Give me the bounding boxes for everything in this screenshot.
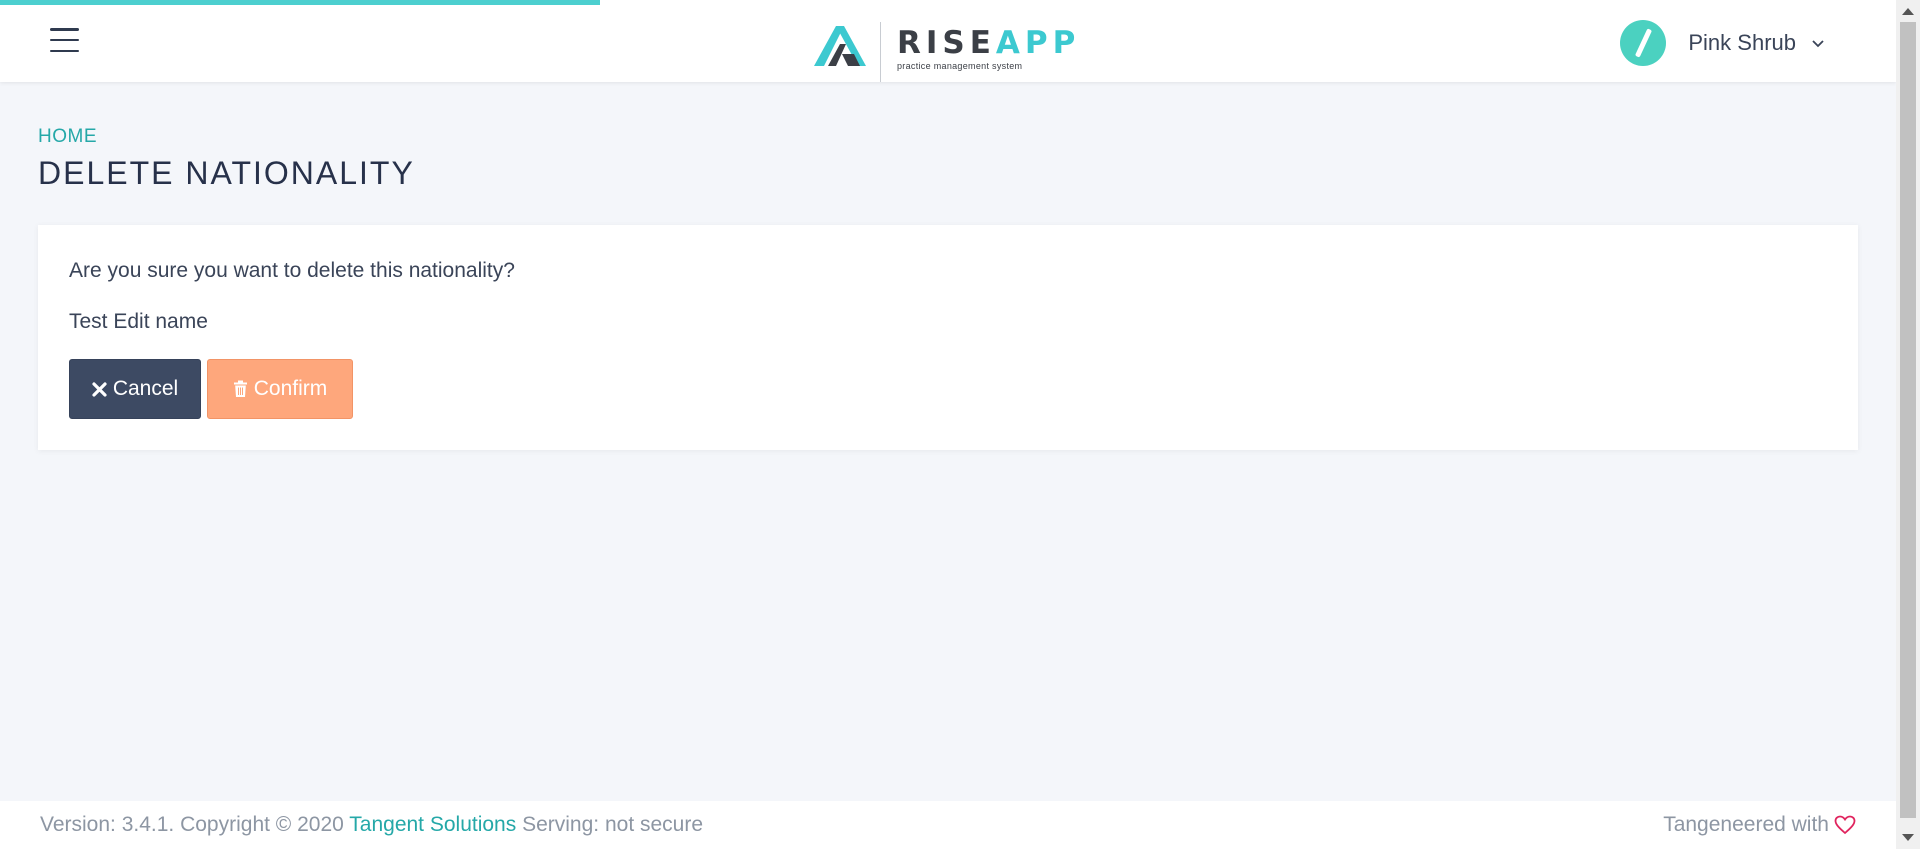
breadcrumb-home[interactable]: HOME — [38, 126, 97, 148]
heart-icon — [1834, 815, 1856, 835]
confirm-button[interactable]: Confirm — [207, 359, 353, 419]
slash-avatar-icon — [1620, 20, 1667, 66]
chevron-down-icon — [1812, 40, 1824, 48]
riseapp-logo-mark-icon — [814, 26, 866, 66]
logo-divider — [880, 22, 881, 82]
footer-version: Version: 3.4.1. Copyright © 2020 Tangent… — [40, 813, 703, 837]
scroll-down-arrow-icon[interactable] — [1902, 834, 1914, 841]
cancel-button[interactable]: Cancel — [69, 359, 201, 419]
confirmation-question: Are you sure you want to delete this nat… — [69, 259, 515, 282]
riseapp-logo[interactable]: RISEAPP practice management system — [814, 20, 1080, 82]
confirm-button-label: Confirm — [253, 377, 328, 400]
footer-credit-text: Tangeneered with — [1663, 813, 1829, 836]
nationality-name: Test Edit name — [69, 310, 208, 333]
logo-text: RISEAPP practice management system — [897, 20, 1081, 72]
scrollbar-thumb[interactable] — [1900, 22, 1916, 818]
loading-progress-bar — [0, 0, 600, 5]
logo-tagline: practice management system — [897, 61, 1023, 71]
page-footer: Version: 3.4.1. Copyright © 2020 Tangent… — [0, 801, 1896, 849]
delete-confirmation-card: Are you sure you want to delete this nat… — [38, 225, 1858, 450]
logo-word-app: APP — [995, 25, 1081, 61]
close-icon — [92, 381, 107, 397]
hamburger-icon[interactable] — [50, 28, 80, 52]
logo-word-rise: RISE — [897, 25, 996, 61]
company-link[interactable]: Tangent Solutions — [349, 813, 516, 836]
user-menu[interactable]: Pink Shrub — [1620, 20, 1826, 66]
user-name: Pink Shrub — [1688, 30, 1796, 55]
page-title: DELETE NATIONALITY — [38, 155, 415, 191]
cancel-button-label: Cancel — [112, 377, 179, 400]
trash-icon — [233, 380, 248, 398]
top-navbar: RISEAPP practice management system Pink … — [0, 0, 1896, 82]
footer-credit: Tangeneered with — [1663, 813, 1856, 837]
footer-version-text: Version: 3.4.1. Copyright © 2020 — [40, 813, 350, 836]
scroll-up-arrow-icon[interactable] — [1902, 8, 1914, 15]
footer-serving-text: Serving: not secure — [516, 813, 704, 836]
vertical-scrollbar[interactable] — [1896, 0, 1920, 849]
